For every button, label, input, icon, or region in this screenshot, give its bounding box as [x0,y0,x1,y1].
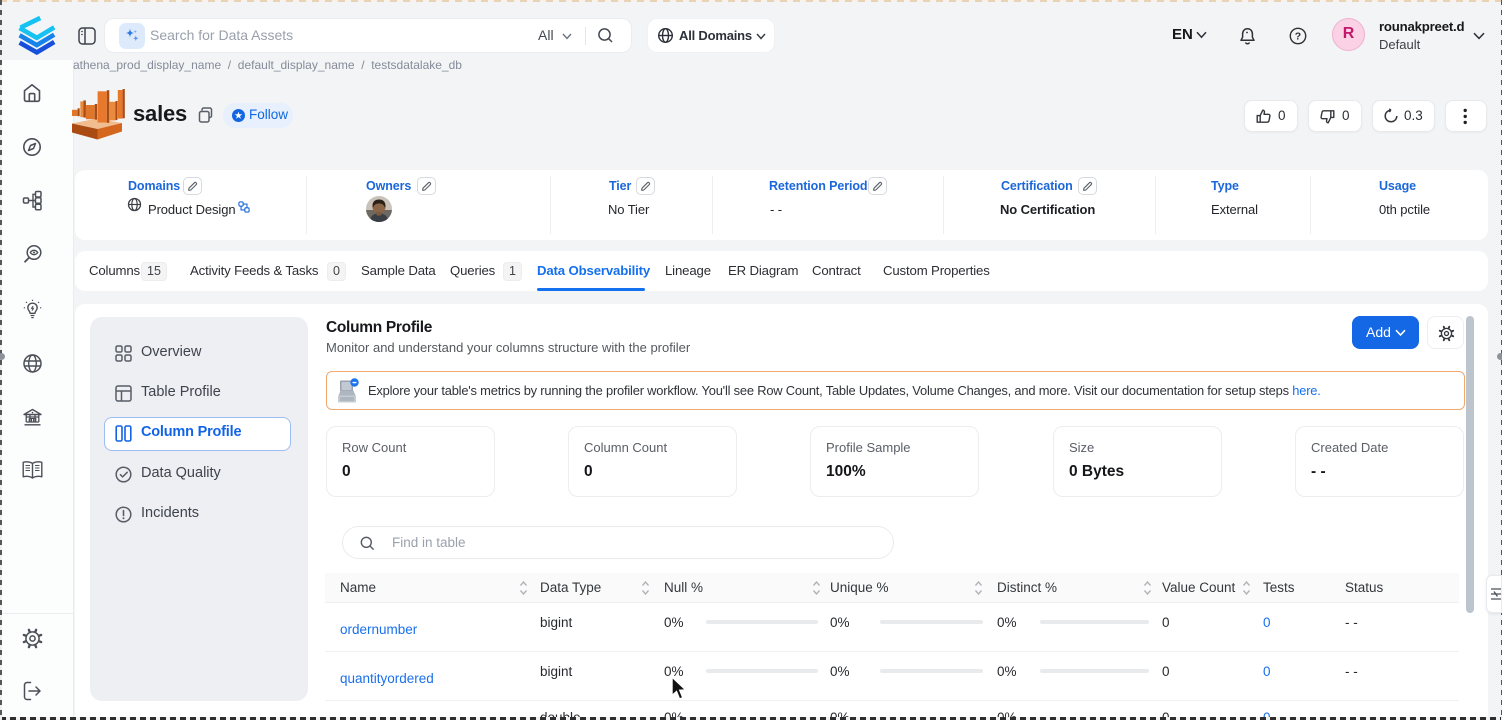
svg-text:?: ? [1295,31,1301,43]
